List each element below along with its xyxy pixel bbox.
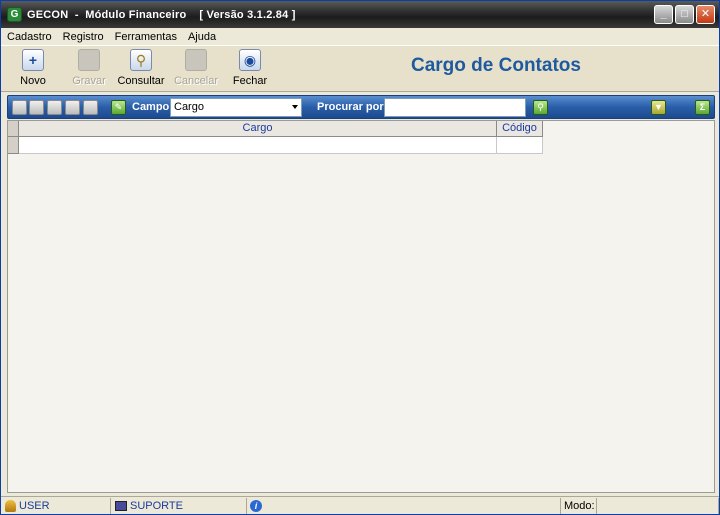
fechar-button[interactable]: ◉ Fechar bbox=[224, 49, 276, 87]
fechar-label: Fechar bbox=[232, 75, 268, 87]
campo-select-value: Cargo bbox=[174, 101, 204, 113]
search-input[interactable] bbox=[384, 98, 526, 117]
close-button[interactable]: ✕ bbox=[696, 5, 715, 24]
grid-header: Cargo Código bbox=[8, 121, 543, 137]
status-modo-value bbox=[597, 498, 719, 514]
menu-bar: Cadastro Registro Ferramentas Ajuda bbox=[1, 28, 719, 45]
status-modo-label: Modo: bbox=[561, 498, 597, 514]
cell-codigo[interactable] bbox=[497, 137, 543, 154]
status-machine-panel: SUPORTE bbox=[111, 498, 247, 514]
main-window: G GECON - Módulo Financeiro [ Versão 3.1… bbox=[0, 0, 720, 515]
cancelar-button[interactable]: Cancelar bbox=[170, 49, 222, 87]
new-document-icon: + bbox=[22, 49, 44, 71]
cancelar-label: Cancelar bbox=[173, 75, 219, 87]
status-user-panel: USER bbox=[1, 498, 111, 514]
menu-ferramentas[interactable]: Ferramentas bbox=[115, 31, 177, 43]
menu-registro[interactable]: Registro bbox=[63, 31, 104, 43]
novo-button[interactable]: + Novo bbox=[7, 49, 59, 87]
search-bar: ✎ Campo Cargo Procurar por ⚲ ▼ Σ bbox=[7, 95, 715, 119]
nav-first-button[interactable] bbox=[12, 100, 27, 115]
row-indicator[interactable] bbox=[8, 137, 19, 154]
minimize-button[interactable]: _ bbox=[654, 5, 673, 24]
cancel-icon bbox=[185, 49, 207, 71]
nav-refresh-button[interactable] bbox=[83, 100, 98, 115]
column-header-cargo[interactable]: Cargo bbox=[19, 121, 497, 137]
consultar-button[interactable]: ⚲ Consultar bbox=[115, 49, 167, 87]
grid-corner bbox=[8, 121, 19, 137]
nav-prior-button[interactable] bbox=[29, 100, 44, 115]
nav-next-button[interactable] bbox=[47, 100, 62, 115]
title-bar[interactable]: G GECON - Módulo Financeiro [ Versão 3.1… bbox=[1, 1, 719, 28]
campo-label: Campo bbox=[132, 101, 170, 113]
chevron-down-icon bbox=[292, 105, 298, 109]
nav-last-button[interactable] bbox=[65, 100, 80, 115]
menu-cadastro[interactable]: Cadastro bbox=[7, 31, 52, 43]
novo-label: Novo bbox=[20, 75, 46, 87]
sum-icon[interactable]: Σ bbox=[695, 100, 710, 115]
campo-select[interactable]: Cargo bbox=[170, 98, 302, 117]
window-title: GECON - Módulo Financeiro [ Versão 3.1.2… bbox=[27, 8, 296, 21]
computer-icon bbox=[115, 501, 127, 511]
consultar-label: Consultar bbox=[117, 75, 165, 87]
save-icon bbox=[78, 49, 100, 71]
search-document-icon: ⚲ bbox=[130, 49, 152, 71]
exit-icon: ◉ bbox=[239, 49, 261, 71]
app-icon: G bbox=[7, 7, 22, 22]
window-controls: _ □ ✕ bbox=[654, 5, 715, 24]
user-icon bbox=[5, 500, 16, 512]
column-header-codigo[interactable]: Código bbox=[497, 121, 543, 137]
maximize-button[interactable]: □ bbox=[675, 5, 694, 24]
gravar-button[interactable]: Gravar bbox=[63, 49, 115, 87]
cell-cargo[interactable] bbox=[19, 137, 497, 154]
status-bar: USER SUPORTE i Modo: bbox=[1, 496, 719, 514]
status-info-panel: i bbox=[247, 498, 561, 514]
menu-ajuda[interactable]: Ajuda bbox=[188, 31, 216, 43]
form-title: Cargo de Contatos bbox=[411, 55, 581, 76]
procurar-label: Procurar por bbox=[317, 101, 384, 113]
status-machine: SUPORTE bbox=[130, 500, 183, 512]
search-icon[interactable]: ⚲ bbox=[533, 100, 548, 115]
info-icon: i bbox=[250, 500, 262, 512]
toolbar: + Novo Gravar ⚲ Consultar Cancelar ◉ Fec… bbox=[1, 45, 719, 92]
edit-field-icon[interactable]: ✎ bbox=[111, 100, 126, 115]
table-row[interactable] bbox=[8, 137, 543, 154]
status-user: USER bbox=[19, 500, 50, 512]
filter-icon[interactable]: ▼ bbox=[651, 100, 666, 115]
data-grid[interactable]: Cargo Código bbox=[7, 120, 715, 493]
gravar-label: Gravar bbox=[72, 75, 106, 87]
